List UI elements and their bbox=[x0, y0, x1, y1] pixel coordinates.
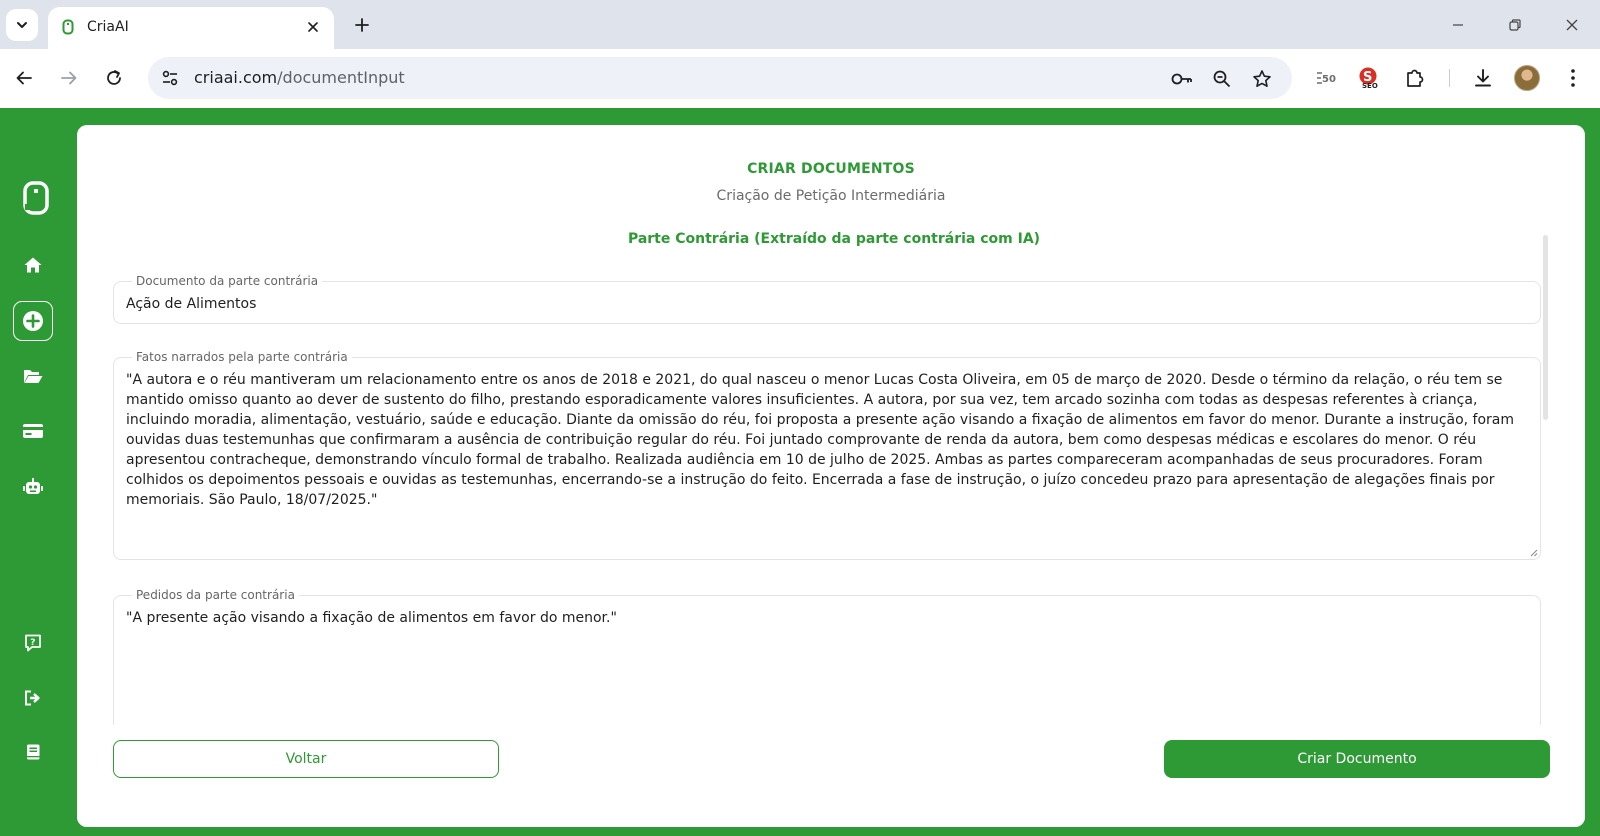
password-key-button[interactable] bbox=[1170, 67, 1194, 91]
site-info-icon[interactable] bbox=[160, 68, 180, 88]
sidebar-item-documents[interactable] bbox=[16, 359, 50, 393]
url-path: /documentInput bbox=[277, 68, 405, 87]
resize-handle-icon[interactable] bbox=[1528, 547, 1538, 557]
restore-window-button[interactable] bbox=[1498, 10, 1532, 40]
minimize-window-button[interactable] bbox=[1441, 10, 1475, 40]
criaai-logo-icon bbox=[23, 181, 49, 215]
sidebar-item-billing[interactable] bbox=[16, 414, 50, 448]
close-icon bbox=[308, 22, 318, 32]
robot-icon bbox=[23, 478, 43, 494]
more-vertical-icon bbox=[1571, 69, 1575, 87]
speed-extension-icon: 50 bbox=[1317, 72, 1336, 85]
browser-tab[interactable]: CriaAI bbox=[48, 7, 334, 49]
opposing-requests-field[interactable]: Pedidos da parte contrária "A presente a… bbox=[113, 588, 1541, 748]
seo-extension-icon: SSEO bbox=[1359, 67, 1378, 90]
opposing-requests-label: Pedidos da parte contrária bbox=[136, 588, 295, 602]
create-document-button[interactable]: Criar Documento bbox=[1164, 740, 1550, 778]
zoom-button[interactable] bbox=[1210, 67, 1234, 91]
app-sidebar: ? bbox=[0, 108, 77, 836]
seo-badge-text: SEO bbox=[1362, 82, 1378, 90]
document-form-card: CRIAR DOCUMENTOS Criação de Petição Inte… bbox=[77, 125, 1585, 827]
sidebar-item-logout[interactable] bbox=[16, 681, 50, 715]
key-icon bbox=[1171, 73, 1192, 85]
folder-open-icon bbox=[24, 370, 43, 383]
form-footer: Voltar Criar Documento bbox=[77, 725, 1585, 827]
address-bar[interactable]: criaai.com/documentInput bbox=[148, 57, 1292, 99]
close-icon bbox=[1566, 19, 1578, 31]
page-title: CRIAR DOCUMENTOS bbox=[747, 161, 915, 177]
criaai-favicon-icon bbox=[62, 19, 74, 35]
opposing-facts-label: Fatos narrados pela parte contrária bbox=[136, 350, 348, 364]
tab-search-button[interactable] bbox=[6, 9, 38, 41]
close-window-button[interactable] bbox=[1555, 10, 1589, 40]
book-icon bbox=[27, 744, 40, 760]
browser-toolbar: criaai.com/documentInput 50 S SEO bbox=[0, 49, 1600, 108]
forward-nav-button[interactable] bbox=[54, 63, 84, 93]
help-icon: ? bbox=[25, 634, 41, 652]
form-scrollbar-thumb[interactable] bbox=[1543, 235, 1548, 420]
reload-button[interactable] bbox=[99, 63, 129, 93]
sidebar-item-new-document[interactable] bbox=[13, 301, 53, 341]
back-nav-button[interactable] bbox=[9, 63, 39, 93]
profile-avatar[interactable] bbox=[1514, 65, 1540, 91]
svg-text:50: 50 bbox=[1322, 74, 1336, 85]
extension-seo-button[interactable]: S SEO bbox=[1355, 64, 1383, 92]
minimize-icon bbox=[1453, 24, 1463, 26]
svg-text:?: ? bbox=[30, 638, 35, 648]
zoom-out-icon bbox=[1213, 70, 1231, 88]
section-title: Parte Contrária (Extraído da parte contr… bbox=[627, 231, 1041, 247]
opposing-facts-textarea[interactable]: "A autora e o réu mantiveram um relacion… bbox=[126, 364, 1528, 510]
opposing-requests-textarea[interactable]: "A presente ação visando a fixação de al… bbox=[126, 602, 1528, 628]
star-icon bbox=[1253, 70, 1271, 87]
credit-card-icon bbox=[23, 424, 43, 438]
page-subtitle: Criação de Petição Intermediária bbox=[716, 188, 946, 204]
opposing-document-field[interactable]: Documento da parte contrária Ação de Ali… bbox=[113, 274, 1541, 324]
arrow-left-icon bbox=[16, 71, 32, 85]
sidebar-item-guide[interactable] bbox=[16, 735, 50, 769]
extension-speed-button[interactable]: 50 bbox=[1311, 64, 1339, 92]
opposing-document-label: Documento da parte contrária bbox=[136, 274, 319, 288]
download-icon bbox=[1475, 69, 1491, 87]
tab-title: CriaAI bbox=[87, 19, 129, 35]
reload-icon bbox=[107, 70, 121, 85]
extensions-menu-button[interactable] bbox=[1401, 64, 1429, 92]
arrow-right-icon bbox=[61, 71, 77, 85]
sidebar-item-help[interactable]: ? bbox=[16, 626, 50, 660]
new-tab-button[interactable] bbox=[348, 11, 376, 39]
url-domain: criaai.com bbox=[194, 68, 278, 87]
browser-tab-strip: CriaAI bbox=[0, 0, 1600, 49]
opposing-facts-field[interactable]: Fatos narrados pela parte contrária "A a… bbox=[113, 350, 1541, 560]
plus-icon bbox=[23, 311, 43, 331]
opposing-document-value[interactable]: Ação de Alimentos bbox=[126, 288, 1528, 314]
url-text[interactable]: criaai.com/documentInput bbox=[194, 68, 405, 87]
toolbar-divider bbox=[1449, 69, 1450, 87]
browser-menu-button[interactable] bbox=[1559, 64, 1587, 92]
chevron-down-icon bbox=[17, 22, 27, 28]
sidebar-item-home[interactable] bbox=[16, 248, 50, 282]
downloads-button[interactable] bbox=[1469, 64, 1497, 92]
bookmark-button[interactable] bbox=[1250, 67, 1274, 91]
back-button[interactable]: Voltar bbox=[113, 740, 499, 778]
logout-icon bbox=[25, 690, 40, 706]
puzzle-icon bbox=[1407, 69, 1424, 87]
tab-close-button[interactable] bbox=[302, 16, 324, 38]
sidebar-item-assistant[interactable] bbox=[16, 470, 50, 504]
plus-icon bbox=[355, 18, 369, 32]
home-icon bbox=[24, 257, 42, 273]
restore-icon bbox=[1509, 19, 1521, 31]
